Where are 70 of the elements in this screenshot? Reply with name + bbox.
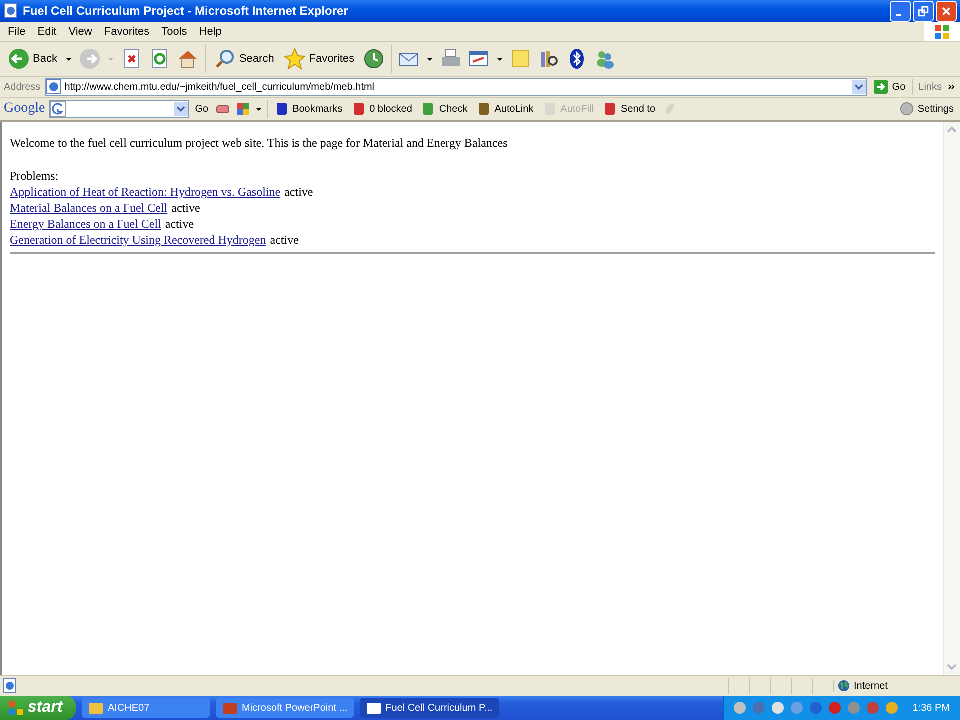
close-button[interactable]	[936, 0, 957, 22]
puzzle-icon[interactable]	[234, 101, 251, 117]
close-icon	[941, 6, 952, 16]
problem-link[interactable]: Application of Heat of Reaction: Hydrogen vs. Gasoline	[10, 184, 281, 200]
toolbar-button[interactable]: Send to	[600, 101, 658, 117]
search-button[interactable]: Search	[212, 48, 276, 70]
address-field[interactable]: http://www.chem.mtu.edu/~jmkeith/fuel_cell_curriculum/meb/meb.html	[44, 78, 868, 96]
address-label: Address	[4, 82, 41, 92]
restore-button[interactable]	[913, 0, 934, 22]
security-zone: Internet	[854, 680, 888, 692]
history-icon[interactable]	[362, 48, 385, 70]
page-icon	[2, 678, 18, 694]
problem-status: active	[165, 216, 194, 232]
clock: 1:36 PM	[912, 702, 950, 714]
windows-logo-icon	[934, 24, 950, 40]
home-icon[interactable]	[177, 48, 200, 70]
menu-item[interactable]: Help	[193, 26, 228, 38]
page-icon	[3, 3, 19, 19]
google-search-field[interactable]	[49, 100, 190, 118]
search-icon	[214, 48, 236, 70]
tray-icon[interactable]	[770, 700, 786, 716]
dropdown-icon	[852, 80, 866, 94]
dropdown-icon[interactable]	[65, 55, 74, 63]
toolbar-button[interactable]: Check	[418, 101, 470, 117]
star-icon	[284, 48, 306, 70]
problem-status: active	[172, 200, 200, 216]
page-icon	[46, 79, 62, 95]
settings-icon	[898, 101, 915, 117]
menu-item[interactable]: View	[62, 26, 98, 38]
presentation-icon	[222, 700, 238, 716]
dropdown-icon[interactable]	[496, 55, 504, 63]
restore-icon	[918, 6, 929, 16]
dropdown-icon[interactable]	[254, 105, 263, 113]
google-go-button[interactable]: Go	[193, 104, 211, 114]
menu-item[interactable]: Favorites	[98, 26, 156, 38]
dropdown-icon	[174, 102, 188, 116]
menu-item[interactable]: Tools	[156, 26, 194, 38]
welcome-text: Welcome to the fuel cell curriculum project web site. This is the page for Material and Energy Balances	[10, 136, 509, 151]
problem-link[interactable]: Generation of Electricity Using Recovered Hydrogen	[10, 232, 266, 248]
g-logo-icon	[50, 101, 66, 117]
globe-icon	[838, 680, 850, 692]
problem-status: active	[270, 232, 299, 248]
toolbar-button[interactable]: Bookmarks	[272, 101, 345, 117]
window-title: Fuel Cell Curriculum Project - Microsoft Internet Explorer	[23, 4, 348, 18]
dropdown-icon[interactable]	[426, 55, 434, 63]
menu-item[interactable]: Edit	[32, 26, 63, 38]
back-button[interactable]: Back	[6, 48, 60, 70]
problem-link[interactable]: Material Balances on a Fuel Cell	[10, 200, 168, 216]
problem-status: active	[284, 184, 314, 200]
problem-link[interactable]: Energy Balances on a Fuel Cell	[10, 216, 162, 232]
minimize-icon	[896, 14, 902, 16]
windows-logo-icon	[8, 700, 24, 716]
minimize-button[interactable]	[890, 0, 911, 22]
google-logo: Google	[4, 101, 46, 117]
menu-item[interactable]: File	[2, 26, 32, 38]
folder-icon	[88, 700, 104, 716]
problems-heading: Problems:	[10, 169, 60, 184]
favorites-button[interactable]: Favorites	[282, 48, 357, 70]
tray-icon[interactable]	[732, 700, 748, 716]
toolbar-button[interactable]: 0 blocked	[348, 101, 414, 117]
settings-button[interactable]: Settings	[896, 101, 956, 117]
chevron-icon[interactable]	[948, 83, 956, 91]
tray-icon[interactable]	[826, 700, 843, 716]
browser-icon	[366, 700, 382, 716]
links-button[interactable]: Links	[916, 82, 944, 92]
taskbar-button[interactable]: AICHE07	[82, 698, 210, 718]
toolbar-button[interactable]: AutoLink	[474, 101, 536, 117]
taskbar-button[interactable]: Fuel Cell Curriculum P...	[360, 698, 499, 718]
taskbar-button[interactable]: Microsoft PowerPoint ...	[216, 698, 354, 718]
go-button[interactable]: Go	[871, 79, 908, 95]
